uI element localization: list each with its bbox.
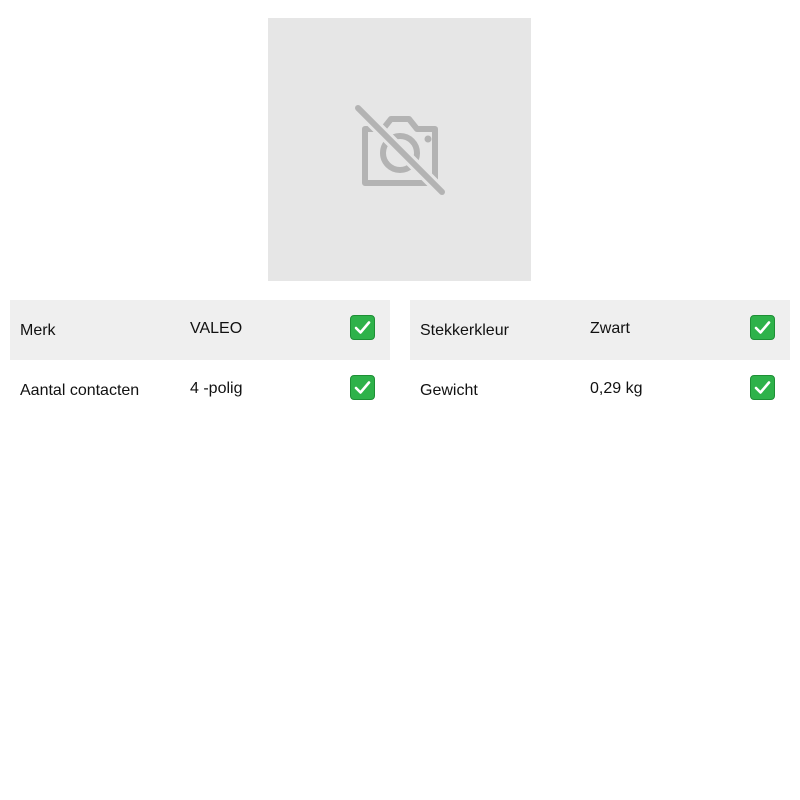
spec-label: Aantal contacten [20, 382, 140, 399]
spec-value: 0,29 kg [590, 380, 643, 397]
spec-row-merk: Merk VALEO [10, 300, 390, 360]
product-spec-page: Merk VALEO Stekkerkleur Zwart Aantal con… [0, 0, 800, 800]
check-icon [750, 315, 775, 340]
check-icon [750, 375, 775, 400]
spec-value: VALEO [190, 320, 243, 337]
spec-value: 4 -polig [190, 380, 243, 397]
check-icon [350, 375, 375, 400]
spec-row-stekkerkleur: Stekkerkleur Zwart [410, 300, 790, 360]
check-icon [350, 315, 375, 340]
spec-value: Zwart [590, 320, 630, 337]
spec-label: Gewicht [420, 382, 478, 399]
no-photo-icon [345, 95, 455, 205]
spec-label: Merk [20, 322, 56, 339]
spec-label: Stekkerkleur [420, 322, 509, 339]
spec-row-aantal-contacten: Aantal contacten 4 -polig [10, 360, 390, 420]
spec-row-gewicht: Gewicht 0,29 kg [410, 360, 790, 420]
product-image-placeholder [268, 18, 531, 281]
